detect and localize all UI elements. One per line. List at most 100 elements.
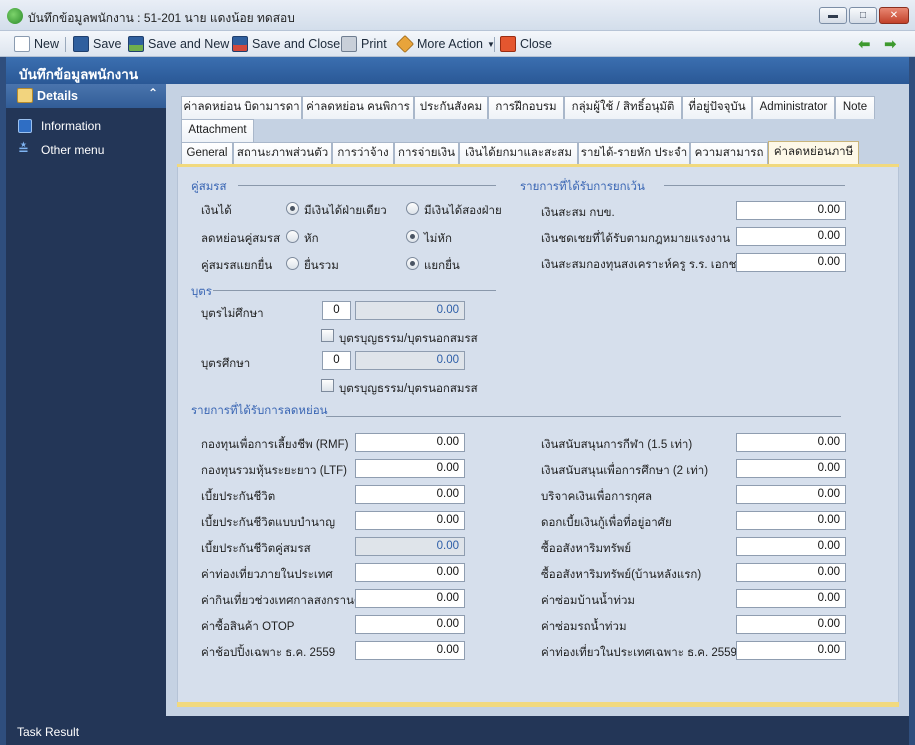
- printer-icon: [341, 36, 357, 52]
- tab-attachment[interactable]: Attachment: [181, 119, 254, 142]
- save-and-close-button[interactable]: Save and Close: [232, 34, 340, 54]
- print-button[interactable]: Print: [341, 34, 387, 54]
- adopted-label-2: บุตรบุญธรรม/บุตรนอกสมรส: [339, 383, 478, 395]
- deduction-left-field[interactable]: 0.00: [355, 485, 465, 504]
- forward-arrow-icon[interactable]: ➡: [884, 35, 897, 53]
- deduction-left-label: ค่ากินเที่ยวช่วงเทศกาลสงกรานต์: [201, 595, 362, 607]
- tab-user-groups[interactable]: กลุ่มผู้ใช้ / สิทธิ์อนุมัติ: [564, 96, 682, 119]
- tab-general[interactable]: General: [181, 142, 233, 165]
- tab-parent-deduction[interactable]: ค่าลดหย่อน บิดามารดา: [181, 96, 302, 119]
- deduction-right-field[interactable]: 0.00: [736, 537, 846, 556]
- deduction-right-field[interactable]: 0.00: [736, 459, 846, 478]
- close-window-button[interactable]: ✕: [879, 7, 909, 24]
- section-divider: [326, 416, 841, 417]
- children-studying-amount: 0.00: [355, 351, 465, 370]
- deduction-left-field[interactable]: 0.00: [355, 459, 465, 478]
- tab-personal-status[interactable]: สถานะภาพส่วนตัว: [233, 142, 332, 165]
- deduction-left-label: เบี้ยประกันชีวิต: [201, 491, 276, 503]
- labor-compensation-field[interactable]: 0.00: [736, 227, 846, 246]
- sidebar-header-label: Details: [37, 89, 78, 103]
- sidebar-item-other-menu[interactable]: ≛ Other menu: [6, 141, 166, 161]
- deduction-left-field[interactable]: 0.00: [355, 615, 465, 634]
- separate-filing-label: คู่สมรสแยกยื่น: [201, 260, 273, 272]
- tab-current-address[interactable]: ที่อยู่ปัจจุบัน: [682, 96, 752, 119]
- deduction-right-field[interactable]: 0.00: [736, 641, 846, 660]
- income-label: เงินได้: [201, 205, 232, 217]
- deduction-left-field[interactable]: 0.00: [355, 563, 465, 582]
- deduction-left-label: กองทุนเพื่อการเลี้ยงชีพ (RMF): [201, 439, 349, 451]
- children-not-studying-count[interactable]: 0: [322, 301, 351, 320]
- close-button[interactable]: Close: [500, 34, 552, 54]
- deduction-left-field[interactable]: 0.00: [355, 641, 465, 660]
- tab-abilities[interactable]: ความสามารถ: [690, 142, 768, 165]
- gpf-savings-field[interactable]: 0.00: [736, 201, 846, 220]
- sidebar-item-label: Information: [41, 119, 102, 133]
- tab-administrator[interactable]: Administrator: [752, 96, 835, 119]
- toolbar-divider: [494, 37, 495, 52]
- gpf-savings-label: เงินสะสม กบข.: [541, 207, 615, 219]
- more-action-icon: [395, 34, 415, 54]
- deduction-left-field[interactable]: 0.00: [355, 589, 465, 608]
- file-joint-radio[interactable]: [286, 257, 299, 270]
- new-button[interactable]: New: [14, 34, 59, 54]
- toolbar: New Save Save and New Save and Close Pri…: [0, 31, 915, 57]
- deduction-right-field[interactable]: 0.00: [736, 485, 846, 504]
- children-studying-count[interactable]: 0: [322, 351, 351, 370]
- file-separate-radio[interactable]: [406, 257, 419, 270]
- deduction-right-field[interactable]: 0.00: [736, 511, 846, 530]
- teacher-fund-label: เงินสะสมกองทุนสงเคราะห์ครู ร.ร. เอกชน: [541, 259, 745, 271]
- title-bar: บันทึกข้อมูลพนักงาน : 51-201 นาย แดงน้อย…: [0, 0, 915, 31]
- sidebar-item-information[interactable]: Information: [6, 117, 166, 137]
- save-and-new-label: Save and New: [148, 37, 230, 51]
- file-joint-label: ยื่นรวม: [304, 260, 339, 272]
- back-arrow-icon[interactable]: ⬅: [858, 35, 871, 53]
- maximize-button[interactable]: □: [849, 7, 877, 24]
- income-both-sides-radio[interactable]: [406, 202, 419, 215]
- tab-disabled-deduction[interactable]: ค่าลดหย่อน คนพิการ: [302, 96, 414, 119]
- save-label: Save: [93, 37, 122, 51]
- tab-carried-income[interactable]: เงินได้ยกมาและสะสม: [459, 142, 578, 165]
- section-deductions: รายการที่ได้รับการลดหย่อน: [191, 405, 328, 417]
- collapse-chevron-icon[interactable]: ⌃: [148, 86, 158, 100]
- deduction-left-field[interactable]: 0.00: [355, 433, 465, 452]
- income-one-side-radio[interactable]: [286, 202, 299, 215]
- minimize-button[interactable]: ▬: [819, 7, 847, 24]
- save-and-new-button[interactable]: Save and New: [128, 34, 229, 54]
- deduct-yes-label: หัก: [304, 233, 319, 245]
- children-not-studying-amount: 0.00: [355, 301, 465, 320]
- deduction-left-field: 0.00: [355, 537, 465, 556]
- tab-note[interactable]: Note: [835, 96, 875, 119]
- deduct-yes-radio[interactable]: [286, 230, 299, 243]
- adopted-checkbox-1[interactable]: [321, 329, 334, 342]
- more-action-label: More Action: [417, 37, 484, 51]
- tab-tax-deduction[interactable]: ค่าลดหย่อนภาษี: [768, 141, 859, 166]
- close-circle-icon: [500, 36, 516, 52]
- minimize-icon: ▬: [828, 10, 838, 21]
- deduction-right-field[interactable]: 0.00: [736, 589, 846, 608]
- deduction-right-label: เงินสนับสนุนการกีฬา (1.5 เท่า): [541, 439, 693, 451]
- double-chevron-down-icon: ≛: [18, 142, 29, 157]
- deduction-right-field[interactable]: 0.00: [736, 615, 846, 634]
- tab-training[interactable]: การฝึกอบรม: [488, 96, 564, 119]
- tab-payment[interactable]: การจ่ายเงิน: [394, 142, 459, 165]
- teacher-fund-field[interactable]: 0.00: [736, 253, 846, 272]
- deduction-right-label: ค่าซ่อมรถน้ำท่วม: [541, 621, 627, 633]
- deduction-left-label: ค่าท่องเที่ยวภายในประเทศ: [201, 569, 333, 581]
- sidebar-header[interactable]: Details ⌃: [6, 84, 166, 108]
- adopted-checkbox-2[interactable]: [321, 379, 334, 392]
- deduction-right-field[interactable]: 0.00: [736, 433, 846, 452]
- tab-employment[interactable]: การว่าจ้าง: [332, 142, 394, 165]
- tab-regular-income-deduction[interactable]: รายได้-รายหัก ประจำ: [578, 142, 690, 165]
- section-children: บุตร: [191, 286, 212, 298]
- section-exempt: รายการที่ได้รับการยกเว้น: [520, 181, 645, 193]
- save-button[interactable]: Save: [73, 34, 122, 54]
- deduction-right-label: ดอกเบี้ยเงินกู้เพื่อที่อยู่อาศัย: [541, 517, 672, 529]
- info-icon: [18, 119, 32, 133]
- deduction-left-field[interactable]: 0.00: [355, 511, 465, 530]
- more-action-button[interactable]: More Action ▼: [395, 34, 495, 54]
- tab-social-security[interactable]: ประกันสังคม: [414, 96, 488, 119]
- deduction-right-field[interactable]: 0.00: [736, 563, 846, 582]
- save-and-close-label: Save and Close: [252, 37, 341, 51]
- new-document-icon: [14, 36, 30, 52]
- deduct-no-radio[interactable]: [406, 230, 419, 243]
